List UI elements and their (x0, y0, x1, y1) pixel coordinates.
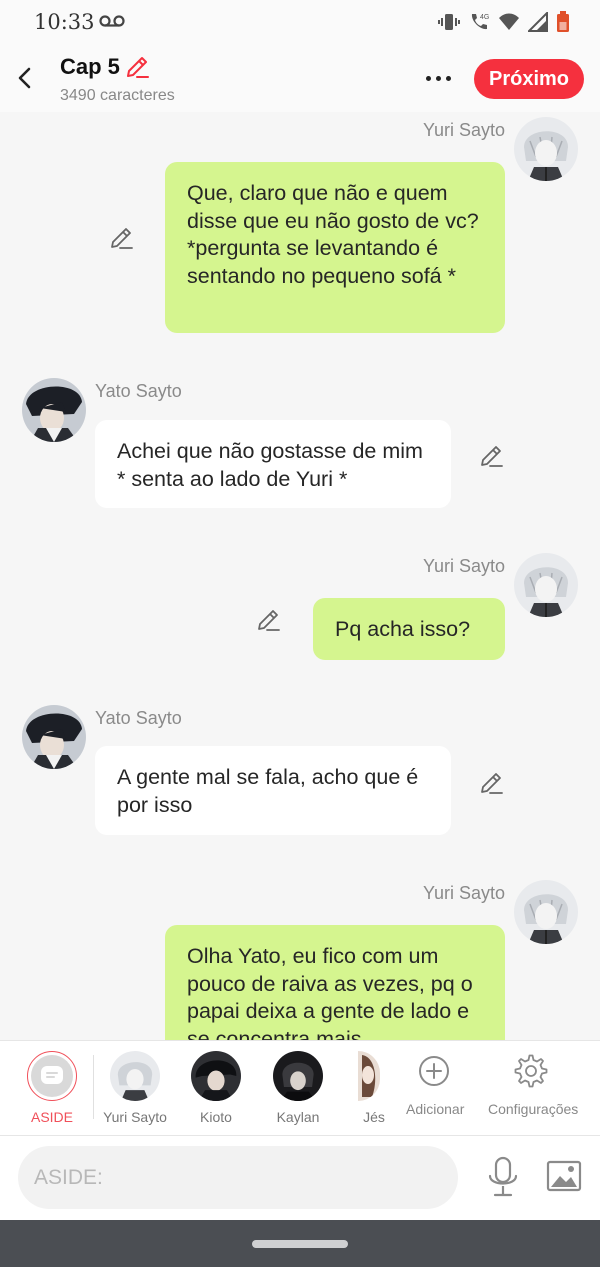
vibrate-icon (438, 14, 460, 30)
input-bar (0, 1136, 600, 1220)
signal-icon (528, 12, 548, 32)
character-name: Kioto (200, 1109, 232, 1125)
chat-area[interactable]: Yuri Sayto Que, claro que não e quem dis… (0, 112, 600, 1040)
message-author: Yuri Sayto (422, 120, 505, 140)
character-yuri-sayto[interactable]: Yuri Sayto (93, 1049, 177, 1129)
avatar-image (191, 1051, 241, 1101)
character-avatar (273, 1051, 323, 1101)
chat-bubble-icon (41, 1066, 63, 1084)
next-button[interactable]: Próximo (474, 59, 584, 99)
add-label: Adicionar (406, 1101, 465, 1117)
message-author: Yato Sayto (95, 708, 182, 728)
aside-inner (31, 1055, 73, 1097)
header: Cap 5 3490 caracteres Próximo (0, 46, 600, 112)
home-handle[interactable] (252, 1240, 348, 1248)
add-character-button[interactable]: Adicionar (400, 1049, 468, 1129)
character-avatar (191, 1051, 241, 1101)
avatar-image (110, 1051, 160, 1101)
message-bubble[interactable]: Que, claro que não e quem disse que eu n… (165, 162, 505, 333)
avatar-image (514, 117, 578, 181)
character-kaylan[interactable]: Kaylan (256, 1049, 340, 1129)
aside-button[interactable]: ASIDE (12, 1049, 92, 1129)
message-bubble[interactable]: Pq acha isso? (313, 598, 505, 660)
avatar-image (273, 1051, 323, 1101)
message-bubble[interactable]: Olha Yato, eu fico com um pouco de raiva… (165, 925, 505, 1040)
edit-message-icon[interactable] (108, 225, 134, 251)
message-author: Yato Sayto (95, 381, 182, 401)
image-icon[interactable] (546, 1158, 582, 1194)
character-jes[interactable]: Jés (358, 1049, 398, 1129)
gear-icon (514, 1054, 548, 1088)
character-bar: ASIDE Yuri Sayto Kioto Kaylan Jés Adicio… (0, 1040, 600, 1136)
edit-message-icon[interactable] (478, 443, 504, 469)
network-label: 4G (480, 14, 489, 21)
character-name: Yuri Sayto (103, 1109, 167, 1125)
avatar-yato[interactable] (22, 378, 86, 442)
more-dot-icon (445, 75, 451, 81)
voicemail-icon (99, 15, 125, 27)
settings-label: Configurações (488, 1101, 579, 1117)
status-bar: 10:33 4G (0, 0, 600, 46)
character-avatar (110, 1051, 160, 1101)
avatar-image (514, 553, 578, 617)
avatar-image (22, 705, 86, 769)
status-time: 10:33 (34, 10, 95, 34)
avatar-yuri[interactable] (514, 553, 578, 617)
settings-button[interactable]: Configurações (486, 1049, 586, 1129)
more-options-button[interactable] (418, 64, 458, 92)
avatar-image (22, 378, 86, 442)
character-avatar (358, 1051, 380, 1101)
aside-label: ASIDE (30, 1109, 73, 1125)
message-bubble[interactable]: Achei que não gostasse de mim * senta ao… (95, 420, 451, 508)
edit-message-icon[interactable] (255, 607, 281, 633)
call-4g-icon: 4G (471, 14, 489, 30)
back-arrow-icon (18, 67, 31, 89)
edit-message-icon[interactable] (478, 770, 504, 796)
message-bubble[interactable]: A gente mal se fala, acho que é por isso (95, 746, 451, 835)
status-icons: 4G (438, 11, 570, 33)
more-dot-icon (435, 75, 441, 81)
chapter-title[interactable]: Cap 5 (60, 54, 120, 80)
character-name: Jés (363, 1109, 385, 1125)
edit-title-icon[interactable] (124, 54, 150, 80)
character-name: Kaylan (276, 1109, 320, 1125)
microphone-icon[interactable] (485, 1156, 521, 1200)
message-author: Yuri Sayto (422, 556, 505, 576)
message-input[interactable] (18, 1146, 458, 1209)
avatar-image (358, 1051, 380, 1101)
avatar-image (514, 880, 578, 944)
character-kioto[interactable]: Kioto (174, 1049, 258, 1129)
more-dot-icon (425, 75, 431, 81)
add-circle-icon (419, 1056, 449, 1086)
navigation-bar (0, 1220, 600, 1267)
aside-circle (27, 1051, 77, 1101)
avatar-yato[interactable] (22, 705, 86, 769)
battery-icon (557, 11, 569, 32)
message-author: Yuri Sayto (422, 883, 505, 903)
wifi-icon (499, 13, 519, 30)
avatar-yuri[interactable] (514, 117, 578, 181)
avatar-yuri[interactable] (514, 880, 578, 944)
character-count: 3490 caracteres (60, 87, 175, 104)
back-button[interactable] (10, 60, 38, 96)
